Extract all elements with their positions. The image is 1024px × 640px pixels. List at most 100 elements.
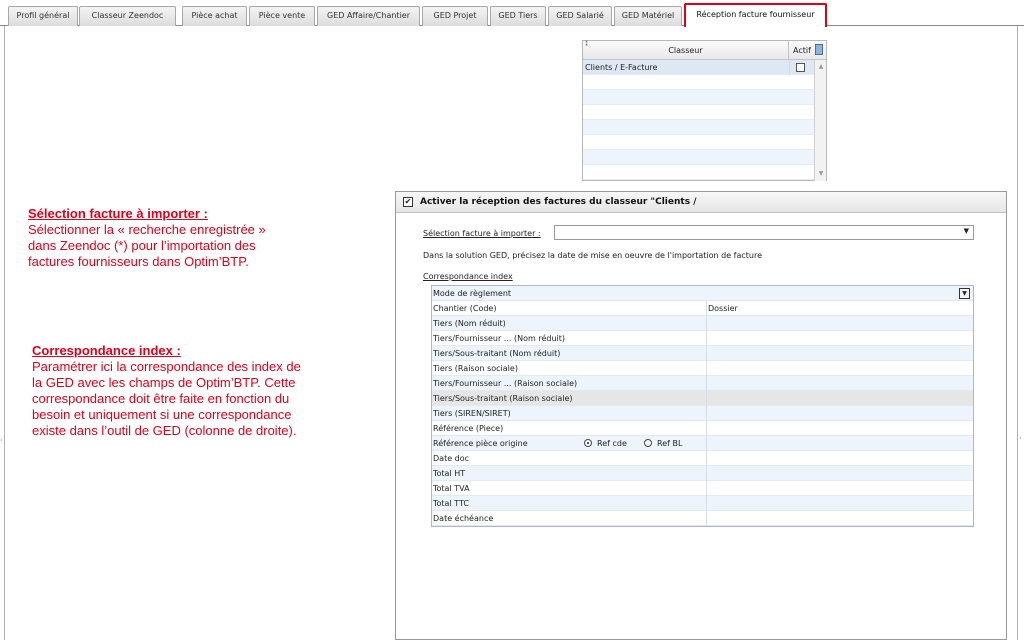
ged-index-cell[interactable] [706,346,973,361]
index-field: Date doc [433,454,470,463]
frame-border-right [1017,26,1018,640]
table-row[interactable]: Tiers/Sous-traitant (Raison sociale) [432,391,973,406]
table-row[interactable]: Chantier (Code) Dossier [432,301,973,316]
ged-index-cell[interactable]: Dossier [706,301,973,316]
annotation-line: dans Zeendoc (*) pour l’importation des [28,238,256,253]
ged-index-cell[interactable] [706,316,973,331]
frame-border-left [4,26,5,640]
ged-index-cell[interactable] [706,421,973,436]
ged-index-cell[interactable] [706,361,973,376]
annotation-line: factures fournisseurs dans Optim’BTP. [28,254,249,269]
radio-label: Ref BL [657,439,683,448]
tab-piece-achat[interactable]: Pièce achat [182,6,247,26]
radio-checked-icon[interactable] [584,439,592,447]
radio-ref-bl[interactable]: Ref BL [644,436,682,451]
column-header-actif[interactable]: Actif [790,41,814,60]
tab-piece-vente[interactable]: Pièce vente [249,6,315,26]
tab-profil-general[interactable]: Profil général [8,6,78,26]
annotation-line: besoin et uniquement si une correspondan… [32,407,292,422]
panel-header: ✔ Activer la réception des factures du c… [396,192,1006,213]
tab-classeur-zeendoc[interactable]: Classeur Zeendoc [79,6,176,26]
ged-index-cell[interactable] [706,481,973,496]
classeur-grid-body: Clients / E-Facture [583,60,826,180]
table-row[interactable]: Clients / E-Facture [583,60,814,75]
annotation-line: Paramétrer ici la correspondance des ind… [32,359,301,374]
table-row[interactable]: Référence (Piece) [432,421,973,436]
tab-ged-projet[interactable]: GED Projet [422,6,488,26]
column-divider [789,60,790,75]
chevron-down-icon[interactable]: ▼ [964,227,969,235]
scroll-down-icon[interactable]: ▼ [816,169,826,179]
index-field: Tiers (Nom réduit) [433,319,506,328]
ged-index-cell[interactable] [706,376,973,391]
radio-ref-cde[interactable]: Ref cde [584,436,627,451]
table-row[interactable]: Mode de règlement ▼ [432,286,973,301]
table-row[interactable]: Total TTC [432,496,973,511]
table-row[interactable]: Tiers/Fournisseur ... (Raison sociale) [432,376,973,391]
table-row[interactable]: Tiers/Fournisseur ... (Nom réduit) [432,331,973,346]
radio-unchecked-icon[interactable] [644,439,652,447]
table-row[interactable]: Tiers (Nom réduit) [432,316,973,331]
tab-ged-tiers[interactable]: GED Tiers [490,6,546,26]
ged-index-cell[interactable] [706,466,973,481]
index-field: Tiers/Sous-traitant (Raison sociale) [433,394,573,403]
table-row[interactable]: Total TVA [432,481,973,496]
index-field: Tiers (SIREN/SIRET) [433,409,511,418]
scroll-up-icon[interactable]: ▲ [816,62,826,72]
info-text: Dans la solution GED, précisez la date d… [423,251,763,260]
table-row[interactable]: Total HT [432,466,973,481]
annotation-selection: Sélection facture à importer : Sélection… [28,206,368,270]
selection-facture-select[interactable]: ▼ [554,225,974,240]
table-row[interactable]: Tiers/Sous-traitant (Nom réduit) [432,346,973,361]
table-row[interactable]: Date échéance [432,511,973,526]
tab-reception-facture-fournisseur[interactable]: Réception facture fournisseur [684,3,827,27]
column-header-classeur[interactable]: Classeur [583,41,789,60]
edge-marker: · [1019,434,1022,443]
actif-checkbox[interactable] [796,63,805,72]
tab-ged-affaire-chantier[interactable]: GED Affaire/Chantier [317,6,420,26]
ged-index-cell[interactable] [706,436,973,451]
index-field: Chantier (Code) [433,304,497,313]
annotation-selection-title: Sélection facture à importer : [28,206,208,221]
ged-index-cell[interactable] [706,496,973,511]
classeur-grid-header: ⁑ Classeur Actif [583,41,826,60]
annotation-line: la GED avec les champs de Optim’BTP. Cet… [32,375,296,390]
radio-label: Ref cde [597,439,627,448]
table-row[interactable]: Tiers (Raison sociale) [432,361,973,376]
empty-row [583,90,814,105]
annotation-line: Sélectionner la « recherche enregistrée … [28,222,266,237]
grid-scrollbar[interactable]: ▲ ▼ [814,60,826,181]
selection-facture-label: Sélection facture à importer : [423,229,541,238]
activate-reception-checkbox[interactable]: ✔ [403,197,413,207]
index-field: Tiers/Fournisseur ... (Nom réduit) [433,334,565,343]
empty-row [583,135,814,150]
table-row[interactable]: Date doc [432,451,973,466]
index-field: Total TTC [433,499,469,508]
index-field: Tiers (Raison sociale) [433,364,518,373]
table-row[interactable]: Référence pièce origine Ref cde Ref BL [432,436,973,451]
chevron-down-icon[interactable]: ▼ [959,288,970,299]
tab-ged-salarie[interactable]: GED Salarié [548,6,612,26]
table-row[interactable]: Tiers (SIREN/SIRET) [432,406,973,421]
annotation-line: correspondance doit être faite en foncti… [32,391,290,406]
classeur-grid: ⁑ Classeur Actif Clients / E-Facture ▲ ▼ [582,40,827,181]
annotation-line: existe dans l’outil de GED (colonne de d… [32,423,297,438]
ged-index-cell[interactable] [706,511,973,526]
empty-row [583,75,814,90]
annotation-correspondance-title: Correspondance index : [32,343,181,358]
edge-marker: · [0,436,3,445]
tab-ged-materiel[interactable]: GED Matériel [614,6,682,26]
index-field: Tiers/Sous-traitant (Nom réduit) [433,349,561,358]
ged-index-cell[interactable] [706,331,973,346]
classeur-name: Clients / E-Facture [585,63,658,72]
column-settings-icon[interactable] [815,44,823,55]
tab-bar: Profil général Classeur Zeendoc Pièce ac… [0,0,1024,27]
panel-title: Activer la réception des factures du cla… [420,197,697,207]
reception-settings-panel: ✔ Activer la réception des factures du c… [395,191,1007,640]
empty-row [583,120,814,135]
ged-index-cell[interactable] [706,451,973,466]
empty-row [583,105,814,120]
index-field: Mode de règlement [433,289,512,298]
ged-index-cell[interactable] [706,406,973,421]
ged-index-cell[interactable] [706,391,973,406]
